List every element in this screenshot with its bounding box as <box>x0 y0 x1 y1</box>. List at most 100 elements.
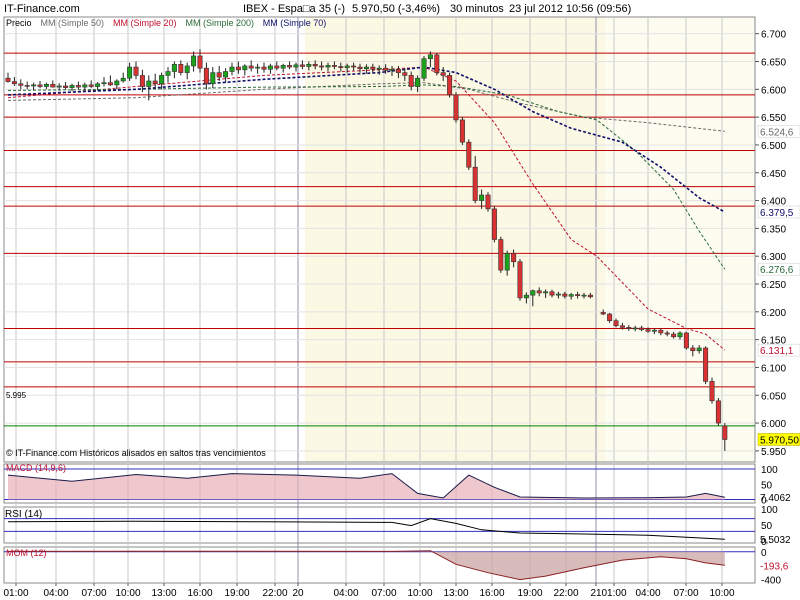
macd-title: MACD (14,9,6) <box>6 463 66 473</box>
time-tick-label: 21 <box>590 588 602 599</box>
candle-body <box>152 80 158 85</box>
support-level-label: 5.995 <box>6 391 27 400</box>
candle-body <box>664 332 670 335</box>
time-tick-label: 01:00 <box>601 588 626 599</box>
time-tick-label: 20 <box>292 588 304 599</box>
candle-body <box>626 327 632 329</box>
interval-label: 30 minutos <box>450 3 504 15</box>
candle-body <box>261 66 267 70</box>
candle-body <box>306 63 312 67</box>
candle-body <box>370 66 376 70</box>
price-label-text: 6.524,6 <box>760 127 794 138</box>
candle-body <box>287 65 293 68</box>
candle-body <box>184 65 190 73</box>
candle-body <box>357 66 363 70</box>
candle-body <box>43 84 49 87</box>
time-tick-label: 16:00 <box>187 588 212 599</box>
candle-body <box>658 329 664 334</box>
candle-body <box>549 291 555 296</box>
candle-body <box>645 329 651 332</box>
candle-body <box>466 141 472 168</box>
candle-body <box>363 66 369 70</box>
candle-body <box>703 347 709 382</box>
candle-body <box>421 58 427 79</box>
candle-body <box>651 329 657 332</box>
candle-body <box>235 66 241 71</box>
price-tick-label: 6.450 <box>761 169 786 180</box>
candle-body <box>139 75 145 87</box>
rsi-value-label: 5,5032 <box>760 535 791 546</box>
candle-body <box>114 80 120 86</box>
candle-body <box>248 65 254 69</box>
candle-body <box>75 85 81 88</box>
candle-body <box>543 291 549 294</box>
candle-body <box>677 332 683 338</box>
candle-body <box>242 65 248 71</box>
price-legend: Precio MM (Simple 50) MM (Simple 20) MM (Si… <box>6 18 326 28</box>
price-tick-label: 6.650 <box>761 58 786 69</box>
candle-body <box>415 77 421 87</box>
price-label-text: 6.131,1 <box>760 346 794 357</box>
candle-body <box>165 71 171 76</box>
candle-body <box>613 320 619 327</box>
candle-body <box>127 66 133 79</box>
candle-body <box>395 68 401 73</box>
time-tick-label: 13:00 <box>443 588 468 599</box>
candle-body <box>56 85 62 88</box>
candle-body <box>491 208 497 240</box>
candle-body <box>107 82 113 86</box>
time-tick-label: 07:00 <box>371 588 396 599</box>
candle-body <box>159 75 165 85</box>
price-tick-label: 6.200 <box>761 308 786 319</box>
time-tick-label: 10:00 <box>709 588 734 599</box>
price-label-text: 6.379,5 <box>760 208 794 219</box>
candle-body <box>619 325 625 328</box>
time-tick-label: 22:00 <box>262 588 287 599</box>
candle-body <box>683 332 689 349</box>
legend-item: MM (Simple 200) <box>186 18 255 28</box>
candle-body <box>191 55 197 67</box>
candle-body <box>523 294 529 299</box>
candle-body <box>671 333 677 338</box>
price-tick-label: 6.050 <box>761 391 786 402</box>
candle-body <box>383 67 389 71</box>
legend-item: MM (Simple 50) <box>41 18 105 28</box>
price-tick-label: 6.700 <box>761 30 786 41</box>
candle-body <box>120 77 126 82</box>
candle-body <box>101 82 107 85</box>
candle-body <box>274 65 280 69</box>
candle-body <box>690 347 696 352</box>
candle-body <box>171 63 177 72</box>
mom-tick-label: -400 <box>761 576 781 587</box>
legend-item: MM (Simple 20) <box>113 18 177 28</box>
candle-body <box>31 84 37 87</box>
candle-body <box>376 67 382 70</box>
price-tick-label: 6.000 <box>761 419 786 430</box>
price-label-text: 6.276,6 <box>760 265 794 276</box>
candle-body <box>50 84 56 88</box>
candle-body <box>530 290 536 296</box>
candle-body <box>197 55 203 69</box>
candle-body <box>440 72 446 76</box>
candle-body <box>338 66 344 68</box>
brand-label: IT-Finance.com <box>4 3 80 15</box>
legend-item: MM (Simple 70) <box>263 18 327 28</box>
candle-body <box>299 64 305 67</box>
time-tick-label: 19:00 <box>517 588 542 599</box>
candle-body <box>479 194 485 201</box>
rsi-tick-label: 50 <box>761 521 773 532</box>
candle-body <box>568 294 574 297</box>
candle-body <box>459 119 465 143</box>
candle-body <box>575 294 581 296</box>
candle-body <box>485 194 491 210</box>
price-tick-label: 6.300 <box>761 252 786 263</box>
candle-body <box>18 83 24 86</box>
time-tick-label: 22:00 <box>553 588 578 599</box>
candle-body <box>581 294 587 297</box>
macd-tick-label: 50 <box>761 480 773 491</box>
candle-body <box>255 66 261 69</box>
candle-body <box>696 347 702 352</box>
footer-note: © IT-Finance.com Históricos alisados en … <box>6 448 266 458</box>
candle-body <box>325 65 331 68</box>
candle-body <box>280 65 286 69</box>
